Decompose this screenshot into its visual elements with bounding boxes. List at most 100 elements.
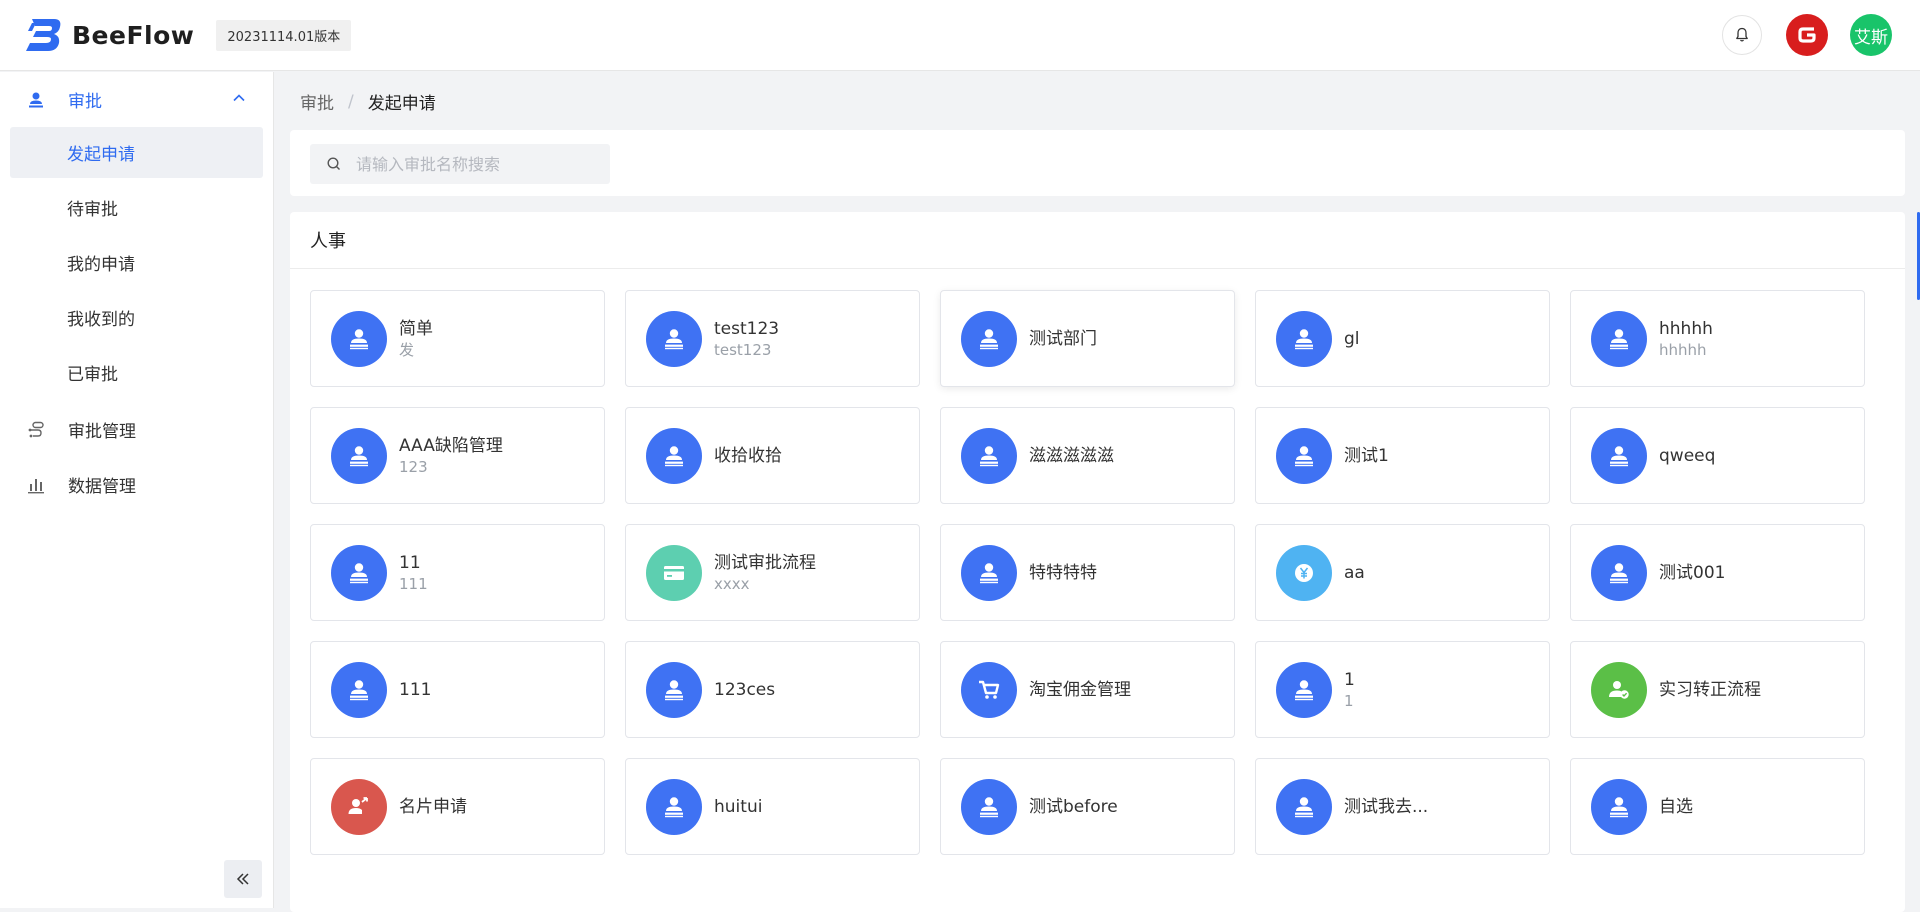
approval-template-card[interactable]: hhhhh hhhhh <box>1570 290 1865 387</box>
stamp-icon <box>1591 427 1647 484</box>
template-name: 测试before <box>1029 796 1118 817</box>
sidebar-group-label: 审批 <box>68 92 102 112</box>
template-name: 11 <box>399 552 421 573</box>
sidebar-item-start-application[interactable]: 发起申请 <box>10 127 263 178</box>
approval-template-card[interactable]: 测试审批流程 xxxx <box>625 524 920 621</box>
yen-icon <box>1276 544 1332 601</box>
approval-template-card[interactable]: 名片申请 <box>310 758 605 855</box>
app-g-button[interactable] <box>1786 14 1828 56</box>
sidebar-item-received[interactable]: 我收到的 <box>10 292 263 343</box>
cart-icon <box>961 661 1017 718</box>
stamp-icon <box>961 310 1017 367</box>
template-name: aa <box>1344 562 1365 583</box>
approval-template-card[interactable]: 实习转正流程 <box>1570 641 1865 738</box>
approval-template-card[interactable]: 测试001 <box>1570 524 1865 621</box>
card-text: 特特特特 <box>1029 562 1097 584</box>
search-input[interactable] <box>356 154 596 174</box>
sidebar-item-pending-approval[interactable]: 待审批 <box>10 182 263 233</box>
template-name: 名片申请 <box>399 796 467 817</box>
top-header: BeeFlow 20231114.01版本 艾斯 <box>0 0 1920 71</box>
template-name: 滋滋滋滋滋 <box>1029 445 1114 466</box>
template-name: test123 <box>714 318 780 339</box>
notification-bell-button[interactable] <box>1722 15 1762 55</box>
approval-template-card[interactable]: aa <box>1255 524 1550 621</box>
approval-template-card[interactable]: 淘宝佣金管理 <box>940 641 1235 738</box>
approval-template-card[interactable]: test123 test123 <box>625 290 920 387</box>
approval-template-card[interactable]: 123ces <box>625 641 920 738</box>
sidebar-group-approval[interactable]: 审批 <box>0 72 273 127</box>
approval-template-card[interactable]: 自选 <box>1570 758 1865 855</box>
template-description: test123 <box>714 340 772 359</box>
card-text: 测试1 <box>1344 445 1389 467</box>
card-text: hhhhh hhhhh <box>1659 318 1713 360</box>
template-name: 测试001 <box>1659 562 1726 583</box>
version-badge: 20231114.01版本 <box>216 19 352 51</box>
approval-template-card[interactable]: huitui <box>625 758 920 855</box>
card-text: 收拾收拾 <box>714 445 782 467</box>
template-description: 111 <box>399 574 428 593</box>
template-name: 简单 <box>399 318 433 339</box>
template-name: 测试1 <box>1344 445 1389 466</box>
approval-template-card[interactable]: 测试before <box>940 758 1235 855</box>
approval-template-card[interactable]: 11 111 <box>310 524 605 621</box>
breadcrumb-parent[interactable]: 审批 <box>300 89 334 114</box>
template-name: 测试部门 <box>1029 328 1097 349</box>
stamp-icon <box>1276 310 1332 367</box>
bell-icon <box>1736 27 1748 42</box>
card-text: 测试before <box>1029 796 1118 818</box>
template-description: 1 <box>1344 691 1354 710</box>
user-avatar[interactable]: 艾斯 <box>1850 14 1892 56</box>
card-text: 简单发 <box>399 318 433 360</box>
search-box[interactable] <box>310 144 610 184</box>
approval-template-card[interactable]: 特特特特 <box>940 524 1235 621</box>
stamp-icon <box>1276 661 1332 718</box>
template-name: huitui <box>714 796 763 817</box>
template-description: xxxx <box>714 574 750 593</box>
card-text: 名片申请 <box>399 796 467 818</box>
g-logo-icon <box>1798 27 1816 43</box>
stamp-icon <box>331 310 387 367</box>
approval-template-card[interactable]: 收拾收拾 <box>625 407 920 504</box>
double-chevron-left-icon <box>236 873 249 885</box>
brand-logo[interactable]: BeeFlow <box>24 17 194 53</box>
card-text: qweeq <box>1659 445 1715 467</box>
sidebar-group-data-management[interactable]: 数据管理 <box>0 457 273 512</box>
sidebar-group-label: 审批管理 <box>68 422 136 442</box>
card-text: huitui <box>714 796 762 818</box>
category-card: 人事 简单发 test123 test123 测试部门 gl hhhhh hhhhh AAA缺… <box>290 212 1905 912</box>
collapse-sidebar-button[interactable] <box>224 860 262 898</box>
approval-template-card[interactable]: 测试1 <box>1255 407 1550 504</box>
template-name: 123ces <box>714 679 776 700</box>
card-text: 滋滋滋滋滋 <box>1029 445 1114 467</box>
card-text: 11 111 <box>399 552 428 594</box>
breadcrumb-current: 发起申请 <box>367 94 436 114</box>
approval-template-card[interactable]: AAA缺陷管理 123 <box>310 407 605 504</box>
template-name: 111 <box>399 679 432 700</box>
template-name: AAA缺陷管理 <box>399 435 503 456</box>
card-text: 测试审批流程 xxxx <box>714 552 816 594</box>
sidebar-item-my-applications[interactable]: 我的申请 <box>10 237 263 288</box>
stamp-icon <box>1276 427 1332 484</box>
template-name: 收拾收拾 <box>714 445 782 466</box>
approval-template-card[interactable]: gl <box>1255 290 1550 387</box>
approval-template-card[interactable]: 简单发 <box>310 290 605 387</box>
card-text: 自选 <box>1659 796 1693 818</box>
card-text: test123 test123 <box>714 318 779 360</box>
sidebar-item-approved[interactable]: 已审批 <box>10 347 263 398</box>
approval-template-card[interactable]: 测试我去... <box>1255 758 1550 855</box>
sidebar-group-approval-management[interactable]: 审批管理 <box>0 402 273 457</box>
approval-template-card[interactable]: 111 <box>310 641 605 738</box>
approval-template-card[interactable]: 测试部门 <box>940 290 1235 387</box>
template-name: hhhhh <box>1659 318 1713 339</box>
template-name: 特特特特 <box>1029 562 1097 583</box>
approval-template-card[interactable]: 滋滋滋滋滋 <box>940 407 1235 504</box>
template-name: 测试我去... <box>1344 796 1429 817</box>
main-content: 审批 / 发起申请 人事 简单发 test123test123 测试部门 gl hhhh… <box>275 72 1920 912</box>
user-share-icon <box>331 778 387 835</box>
approval-template-card[interactable]: 11 <box>1255 641 1550 738</box>
card-text: 测试我去... <box>1344 796 1428 818</box>
user-stamp-icon <box>26 90 46 110</box>
search-card <box>290 130 1905 196</box>
template-name: 实习转正流程 <box>1659 679 1761 700</box>
approval-template-card[interactable]: qweeq <box>1570 407 1865 504</box>
